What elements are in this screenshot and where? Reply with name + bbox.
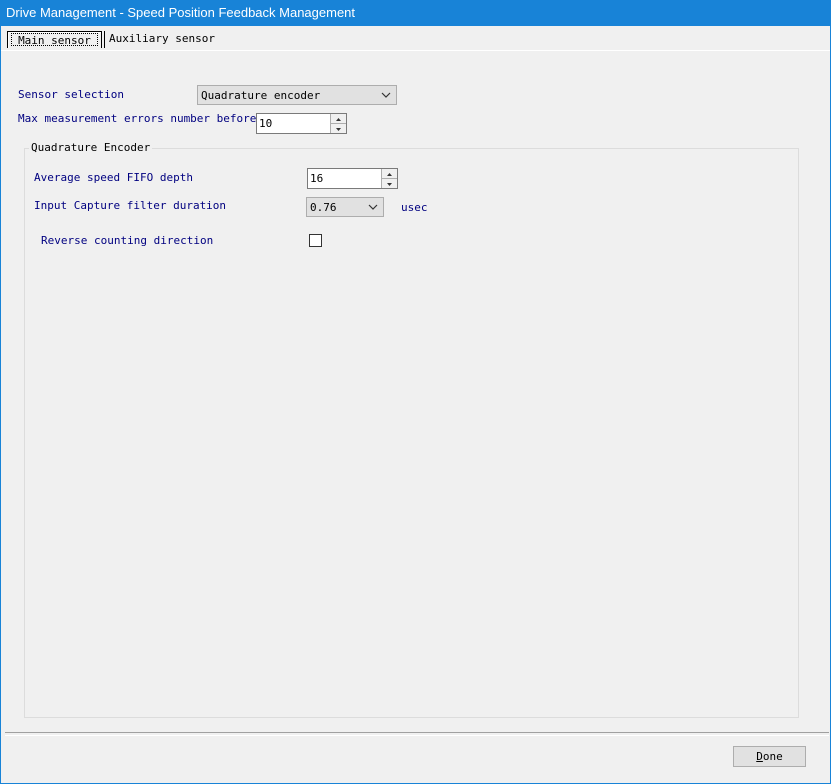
dialog-window: Drive Management - Speed Position Feedba… (0, 0, 831, 784)
sensor-selection-dropdown[interactable]: Quadrature encoder (197, 85, 397, 105)
spin-up-button[interactable] (382, 169, 397, 179)
tab-auxiliary-sensor-label: Auxiliary sensor (109, 32, 215, 45)
arrow-down-icon (336, 128, 341, 131)
done-button-label: one (762, 750, 783, 763)
arrow-up-icon (387, 173, 392, 176)
capture-filter-dropdown[interactable]: 0.76 (306, 197, 384, 217)
title-bar[interactable]: Drive Management - Speed Position Feedba… (1, 1, 830, 26)
chevron-down-icon (381, 92, 391, 98)
reverse-direction-checkbox[interactable] (309, 234, 322, 247)
done-button-mnemonic: D (756, 750, 763, 763)
tab-auxiliary-sensor[interactable]: Auxiliary sensor (104, 31, 215, 48)
sensor-selection-value: Quadrature encoder (201, 89, 321, 102)
capture-filter-value: 0.76 (310, 201, 337, 214)
footer-separator (5, 732, 829, 736)
capture-filter-label: Input Capture filter duration (34, 199, 227, 212)
reverse-direction-label: Reverse counting direction (41, 234, 214, 247)
sensor-selection-label: Sensor selection (18, 88, 124, 101)
done-button[interactable]: Done (733, 746, 806, 767)
tab-strip: Main sensor Auxiliary sensor (1, 26, 830, 51)
fifo-depth-value: 16 (310, 172, 324, 185)
tab-main-sensor[interactable]: Main sensor (7, 31, 102, 48)
spin-buttons (381, 169, 397, 188)
capture-filter-unit: usec (401, 201, 428, 214)
tab-main-sensor-label: Main sensor (18, 34, 91, 47)
arrow-down-icon (387, 183, 392, 186)
chevron-down-icon (368, 204, 378, 210)
spin-buttons (330, 114, 346, 133)
max-errors-label: Max measurement errors number before (18, 112, 257, 125)
max-errors-value: 10 (259, 117, 273, 130)
spin-up-button[interactable] (331, 114, 346, 124)
window-title: Drive Management - Speed Position Feedba… (6, 5, 356, 20)
fifo-depth-label: Average speed FIFO depth (34, 171, 193, 184)
max-errors-spinbox[interactable]: 10 (256, 113, 347, 134)
spin-down-button[interactable] (382, 179, 397, 188)
group-title: Quadrature Encoder (29, 141, 153, 154)
arrow-up-icon (336, 118, 341, 121)
fifo-depth-spinbox[interactable]: 16 (307, 168, 398, 189)
spin-down-button[interactable] (331, 124, 346, 133)
